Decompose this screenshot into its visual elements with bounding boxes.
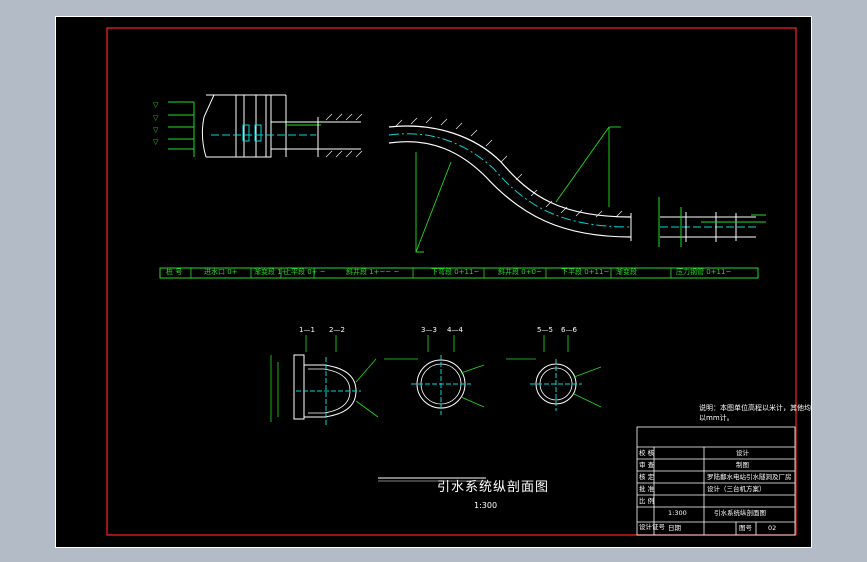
profile-cell: 斜井段 0+0~	[498, 268, 542, 276]
drawing-note: 说明：本图单位高程以米计，其他均以mm计。	[699, 404, 811, 422]
profile-cell: 上平段 0+ ~	[284, 268, 326, 276]
tb-sheet-no-label: 图号	[739, 524, 752, 532]
title-block-frame	[636, 426, 796, 536]
profile-cell: 进水口 0+	[204, 268, 238, 276]
section-label: 2—2	[329, 326, 345, 334]
tb-row-value: 制图	[736, 461, 749, 469]
tb-scale-value: 1:300	[668, 509, 687, 517]
cross-section-2	[384, 335, 485, 415]
tb-row-value: 设计	[736, 449, 749, 457]
cad-drawing	[106, 27, 797, 536]
profile-cell: 下弯段 0+11~	[431, 268, 480, 276]
tb-row-label: 批 准	[639, 485, 655, 493]
cross-section-1	[270, 335, 379, 425]
tb-row-label: 审 查	[639, 461, 655, 469]
section-label: 5—5	[537, 326, 553, 334]
drawing-title: 引水系统纵剖面图	[437, 480, 550, 495]
section-label: 3—3	[421, 326, 437, 334]
profile-cell: 斜井段 1+~~ ~	[346, 268, 400, 276]
tb-project-name: 罗陆鄱水电站引水隧洞及厂房	[707, 473, 792, 481]
tb-sheet-no: 02	[768, 524, 777, 532]
profile-cell: 压力钢管 0+11~	[676, 268, 732, 276]
tb-row-label: 校 核	[639, 449, 655, 457]
elevation-label: ▽	[153, 126, 159, 134]
cross-section-3	[506, 335, 602, 411]
tb-row-label: 比 例	[639, 497, 655, 505]
profile-cell: 下平段 0+11~	[561, 268, 610, 276]
pressure-tunnel	[388, 116, 632, 253]
elevation-label: ▽	[153, 138, 159, 146]
tb-drawing-name: 引水系统纵剖面图	[714, 509, 766, 517]
elevation-label: ▽	[153, 114, 159, 122]
tb-row-label: 设计证号	[639, 523, 665, 531]
section-label: 6—6	[561, 326, 577, 334]
tb-date-label: 日期	[668, 524, 681, 532]
penstock	[658, 197, 766, 247]
profile-cell: 桩 号	[166, 268, 183, 276]
drawing-scale: 1:300	[474, 501, 498, 510]
profile-cell: 渐变段 1+	[254, 268, 288, 276]
tb-row-label: 核 定	[639, 473, 655, 481]
profile-cell: 渐变段	[616, 268, 637, 276]
elevation-label: ▽	[153, 101, 159, 109]
section-label: 1—1	[299, 326, 315, 334]
tb-project-sub: 设计（三台机方案）	[707, 485, 766, 493]
drawing-sheet: ▽ ▽ ▽ ▽ 桩 号 进水口 0+ 渐变段 1+ 上平段 0+ ~ 斜井段 1…	[55, 16, 812, 548]
section-label: 4—4	[447, 326, 463, 334]
intake-structure	[168, 94, 363, 158]
